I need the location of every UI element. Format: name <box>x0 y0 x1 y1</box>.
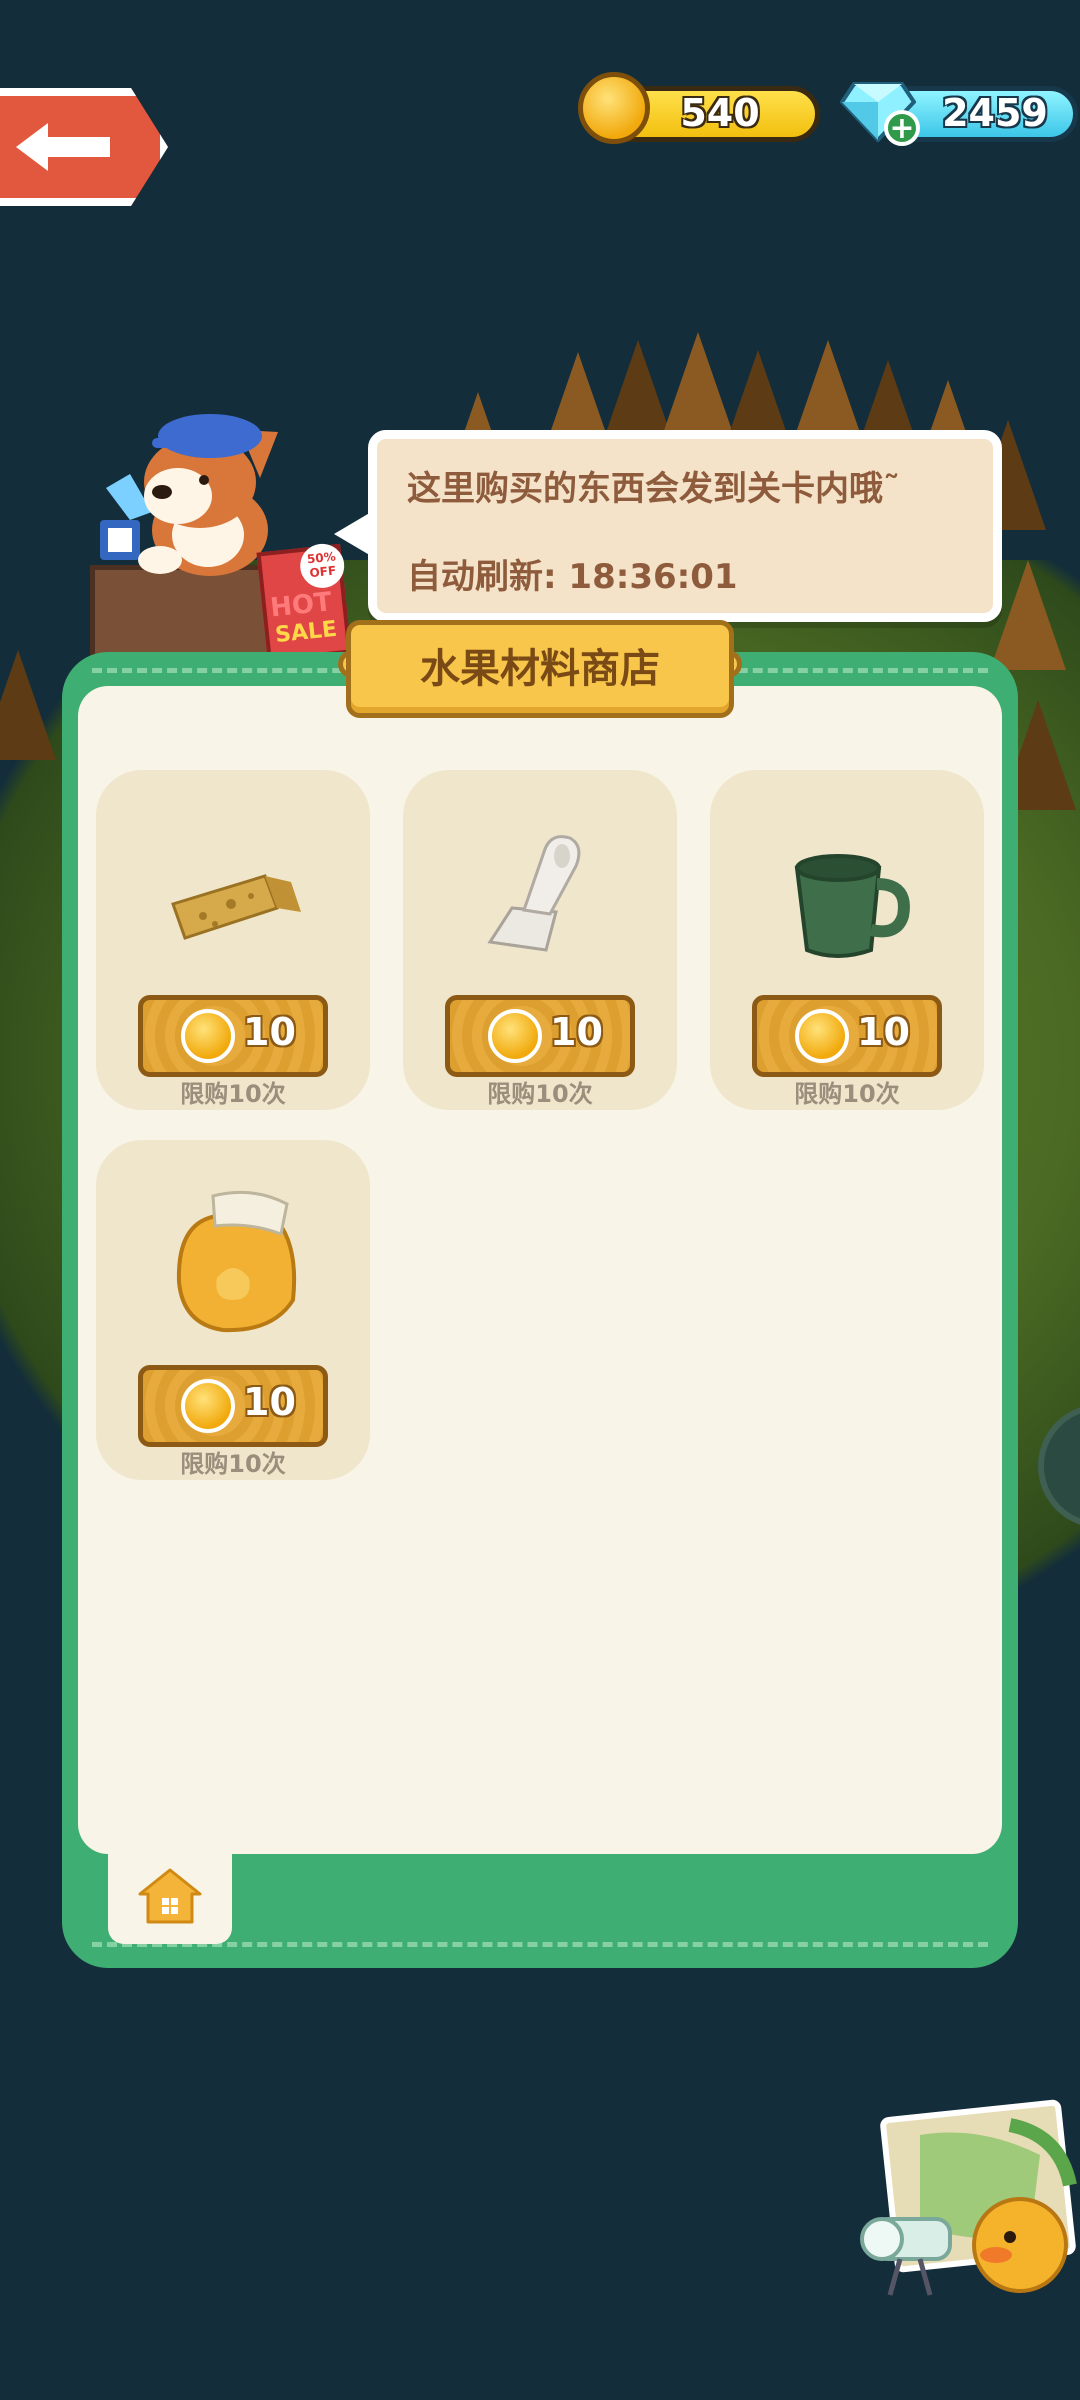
tab-home[interactable] <box>108 1850 232 1944</box>
item-price: 10 <box>243 1010 296 1054</box>
buy-button[interactable]: 10 <box>752 995 942 1077</box>
item-price: 10 <box>243 1380 296 1424</box>
shop-title-banner: 水果材料商店 <box>346 620 734 718</box>
home-icon <box>138 1868 202 1924</box>
green-mug-icon <box>794 854 910 958</box>
shop-item-card[interactable]: 10 限购10次 <box>403 770 677 1110</box>
shop-title: 水果材料商店 <box>420 646 660 692</box>
purchase-limit: 限购10次 <box>487 1080 593 1108</box>
buy-button[interactable]: 10 <box>445 995 635 1077</box>
speech-bubble: 这里购买的东西会发到关卡内哦˜ 自动刷新: 18:36:01 <box>368 430 1002 622</box>
item-price: 10 <box>857 1010 910 1054</box>
coin-balance: 540 <box>680 91 760 135</box>
coin-icon <box>578 72 650 144</box>
buy-button[interactable]: 10 <box>138 1365 328 1447</box>
arrow-left-icon <box>16 123 110 171</box>
coin-icon <box>795 1009 849 1063</box>
shop-item-card[interactable]: 10 限购10次 <box>710 770 984 1110</box>
tree <box>0 650 56 760</box>
flour-bag-icon <box>176 1190 297 1333</box>
refresh-timer: 自动刷新: 18:36:01 <box>407 557 738 597</box>
gem-balance: 2459 <box>942 91 1048 135</box>
purchase-limit: 限购10次 <box>794 1080 900 1108</box>
world-map-icon[interactable] <box>860 2095 1080 2305</box>
coin-icon <box>488 1009 542 1063</box>
scraper-tool-icon <box>487 835 581 952</box>
hot-sale-sign: 50% OFF HOT SALE <box>256 541 352 663</box>
coin-icon <box>181 1379 235 1433</box>
buy-button[interactable]: 10 <box>138 995 328 1077</box>
sale-label: SALE <box>273 616 339 649</box>
item-price: 10 <box>550 1010 603 1054</box>
add-gems-button[interactable]: + <box>884 110 920 146</box>
panel-stitch-bottom <box>92 1942 988 1947</box>
shop-item-card[interactable]: 10 限购10次 <box>96 770 370 1110</box>
shop-item-card[interactable]: 10 限购10次 <box>96 1140 370 1480</box>
purchase-limit: 限购10次 <box>180 1450 286 1478</box>
delivery-notice: 这里购买的东西会发到关卡内哦˜ <box>407 469 900 509</box>
purchase-limit: 限购10次 <box>180 1080 286 1108</box>
coin-icon <box>181 1009 235 1063</box>
sponge-block-icon <box>171 874 301 940</box>
